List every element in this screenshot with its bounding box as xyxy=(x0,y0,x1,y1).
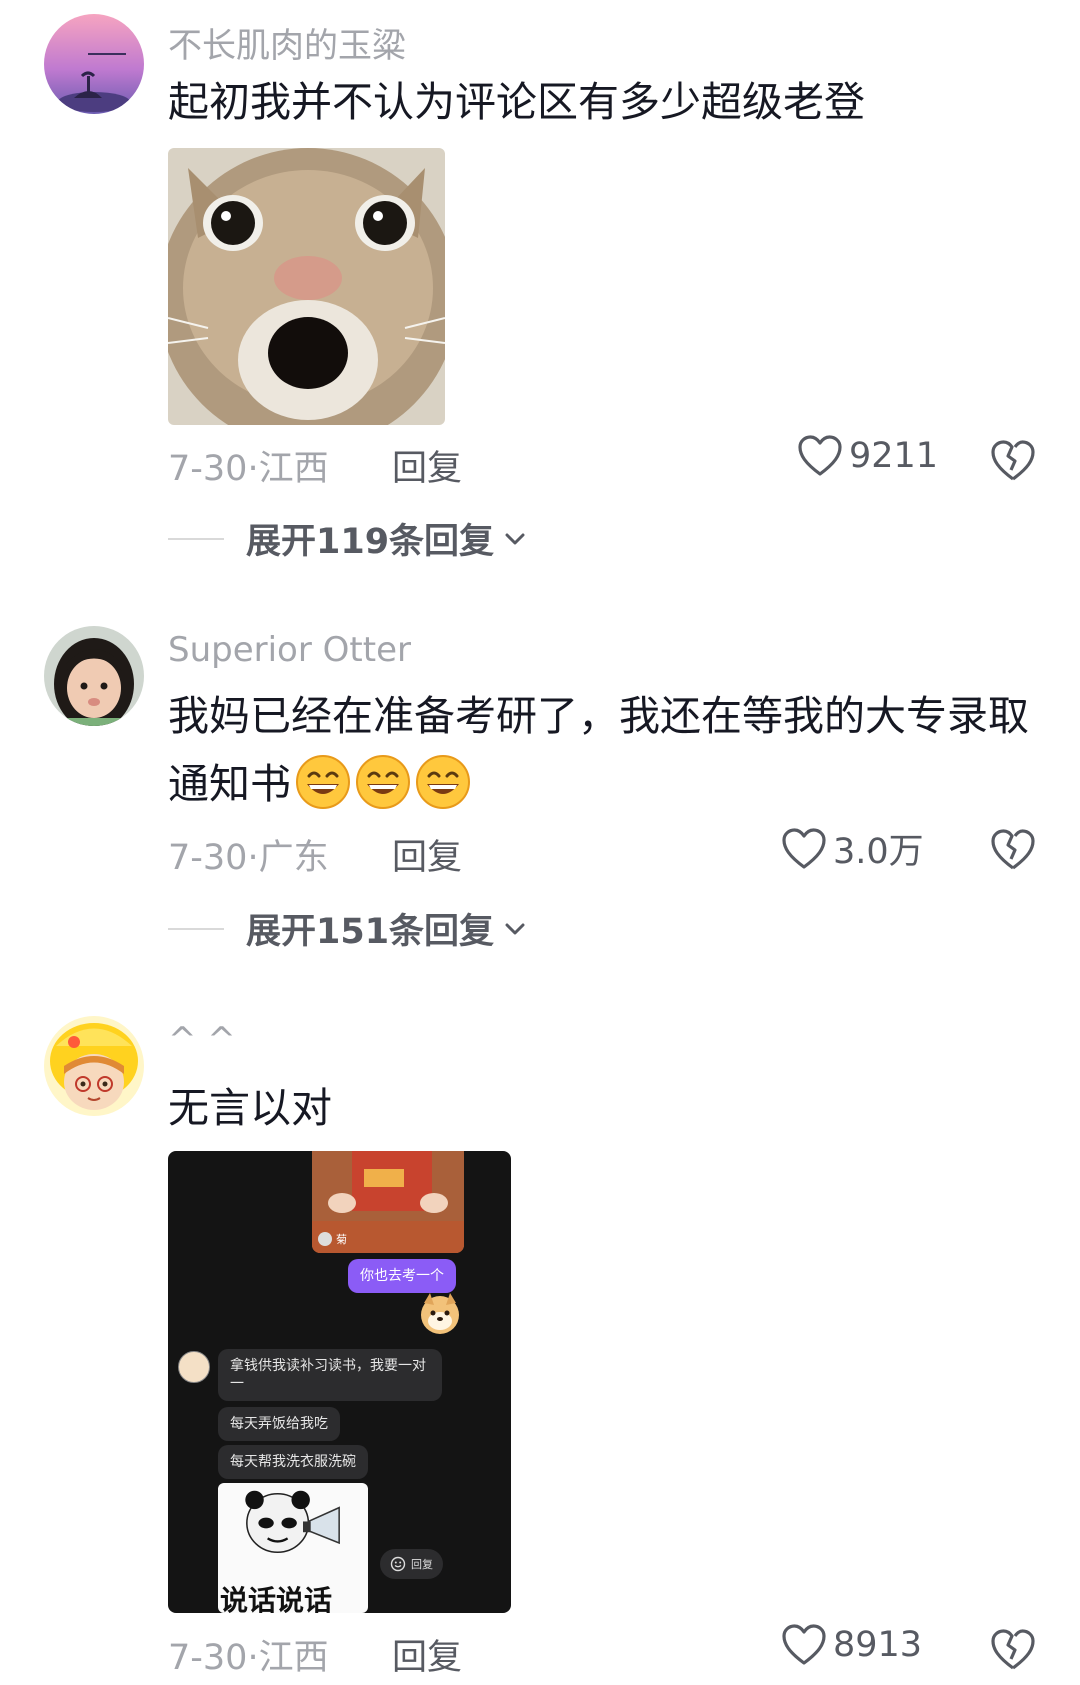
heart-icon xyxy=(798,435,842,476)
grin-emoji-icon xyxy=(356,755,410,809)
broken-heart-icon[interactable] xyxy=(990,1627,1036,1673)
divider xyxy=(168,927,224,930)
reply-button[interactable]: 回复 xyxy=(392,829,462,880)
comment-text-line: 我妈已经在准备考研了，我还在等我的大专录取 xyxy=(168,692,1029,740)
comment-meta: 7-30·广东 xyxy=(168,838,329,878)
comment-date: 7-30 xyxy=(168,449,248,489)
reply-button[interactable]: 回复 xyxy=(392,440,462,491)
doge-sticker-icon xyxy=(421,1293,459,1334)
avatar[interactable] xyxy=(44,1016,144,1116)
chat-incoming-message: 拿钱供我读补习读书，我要一对一 xyxy=(218,1349,442,1401)
comment-date: 7-30 xyxy=(168,1638,248,1678)
comment-image-chat-screenshot[interactable]: 菊 你也去考一个 拿钱供我读补习读书，我要一对一 每天弄饭给我吃 每天帮我洗衣服… xyxy=(168,1151,511,1613)
comment-image-cat[interactable] xyxy=(168,148,445,425)
comment-text: 起初我并不认为评论区有多少超级老登 xyxy=(168,78,865,126)
like-count: 3.0万 xyxy=(833,832,924,872)
avatar[interactable] xyxy=(44,626,144,726)
comment-meta: 7-30·江西 xyxy=(168,1638,329,1678)
heart-icon xyxy=(782,1624,826,1665)
comment-location: 江西 xyxy=(258,1638,329,1678)
avatar xyxy=(178,1351,210,1383)
comment-text: 我妈已经在准备考研了，我还在等我的大专录取 通知书 xyxy=(168,682,1048,818)
like-count: 8913 xyxy=(833,1625,923,1665)
expand-replies-button[interactable]: 展开119条回复 xyxy=(168,513,526,564)
chat-reply-chip: 回复 xyxy=(380,1549,443,1579)
comment-date: 7-30 xyxy=(168,838,248,878)
smile-icon xyxy=(390,1556,406,1572)
chat-incoming-message: 每天弄饭给我吃 xyxy=(218,1407,340,1441)
username[interactable]: ^ ^ xyxy=(168,1020,236,1060)
heart-icon xyxy=(782,827,826,869)
username[interactable]: 不长肌肉的玉粱 xyxy=(168,18,406,67)
reply-button[interactable]: 回复 xyxy=(392,1629,462,1680)
expand-replies-label: 展开151条回复 xyxy=(246,912,495,952)
broken-heart-icon[interactable] xyxy=(990,438,1036,484)
chevron-down-icon xyxy=(505,923,525,934)
divider xyxy=(168,537,224,540)
broken-heart-icon[interactable] xyxy=(990,827,1036,873)
comment-location: 广东 xyxy=(258,838,329,878)
like-button[interactable]: 9211 xyxy=(797,434,938,478)
chat-sender-tag: 菊 xyxy=(318,1231,347,1247)
chat-incoming-message: 每天帮我洗衣服洗碗 xyxy=(218,1445,368,1479)
chevron-down-icon xyxy=(505,533,525,544)
like-count: 9211 xyxy=(849,436,939,476)
expand-replies-button[interactable]: 展开151条回复 xyxy=(168,903,526,954)
expand-replies-label: 展开119条回复 xyxy=(246,522,495,562)
comment-meta: 7-30·江西 xyxy=(168,449,329,489)
grin-emoji-icon xyxy=(416,755,470,809)
panda-meme-sticker: 说话说话 xyxy=(218,1483,368,1613)
grin-emoji-icon xyxy=(296,755,350,809)
avatar[interactable] xyxy=(44,14,144,114)
comment-text: 无言以对 xyxy=(168,1084,332,1132)
like-button[interactable]: 3.0万 xyxy=(781,823,924,874)
chat-photo: 菊 xyxy=(312,1151,464,1253)
sender-avatar xyxy=(318,1232,332,1246)
like-button[interactable]: 8913 xyxy=(781,1623,922,1667)
chat-outgoing-message: 你也去考一个 xyxy=(348,1259,456,1293)
comment-text-line: 通知书 xyxy=(168,750,1048,818)
comment-location: 江西 xyxy=(258,449,329,489)
username[interactable]: Superior Otter xyxy=(168,630,411,670)
sticker-caption: 说话说话 xyxy=(220,1584,333,1613)
